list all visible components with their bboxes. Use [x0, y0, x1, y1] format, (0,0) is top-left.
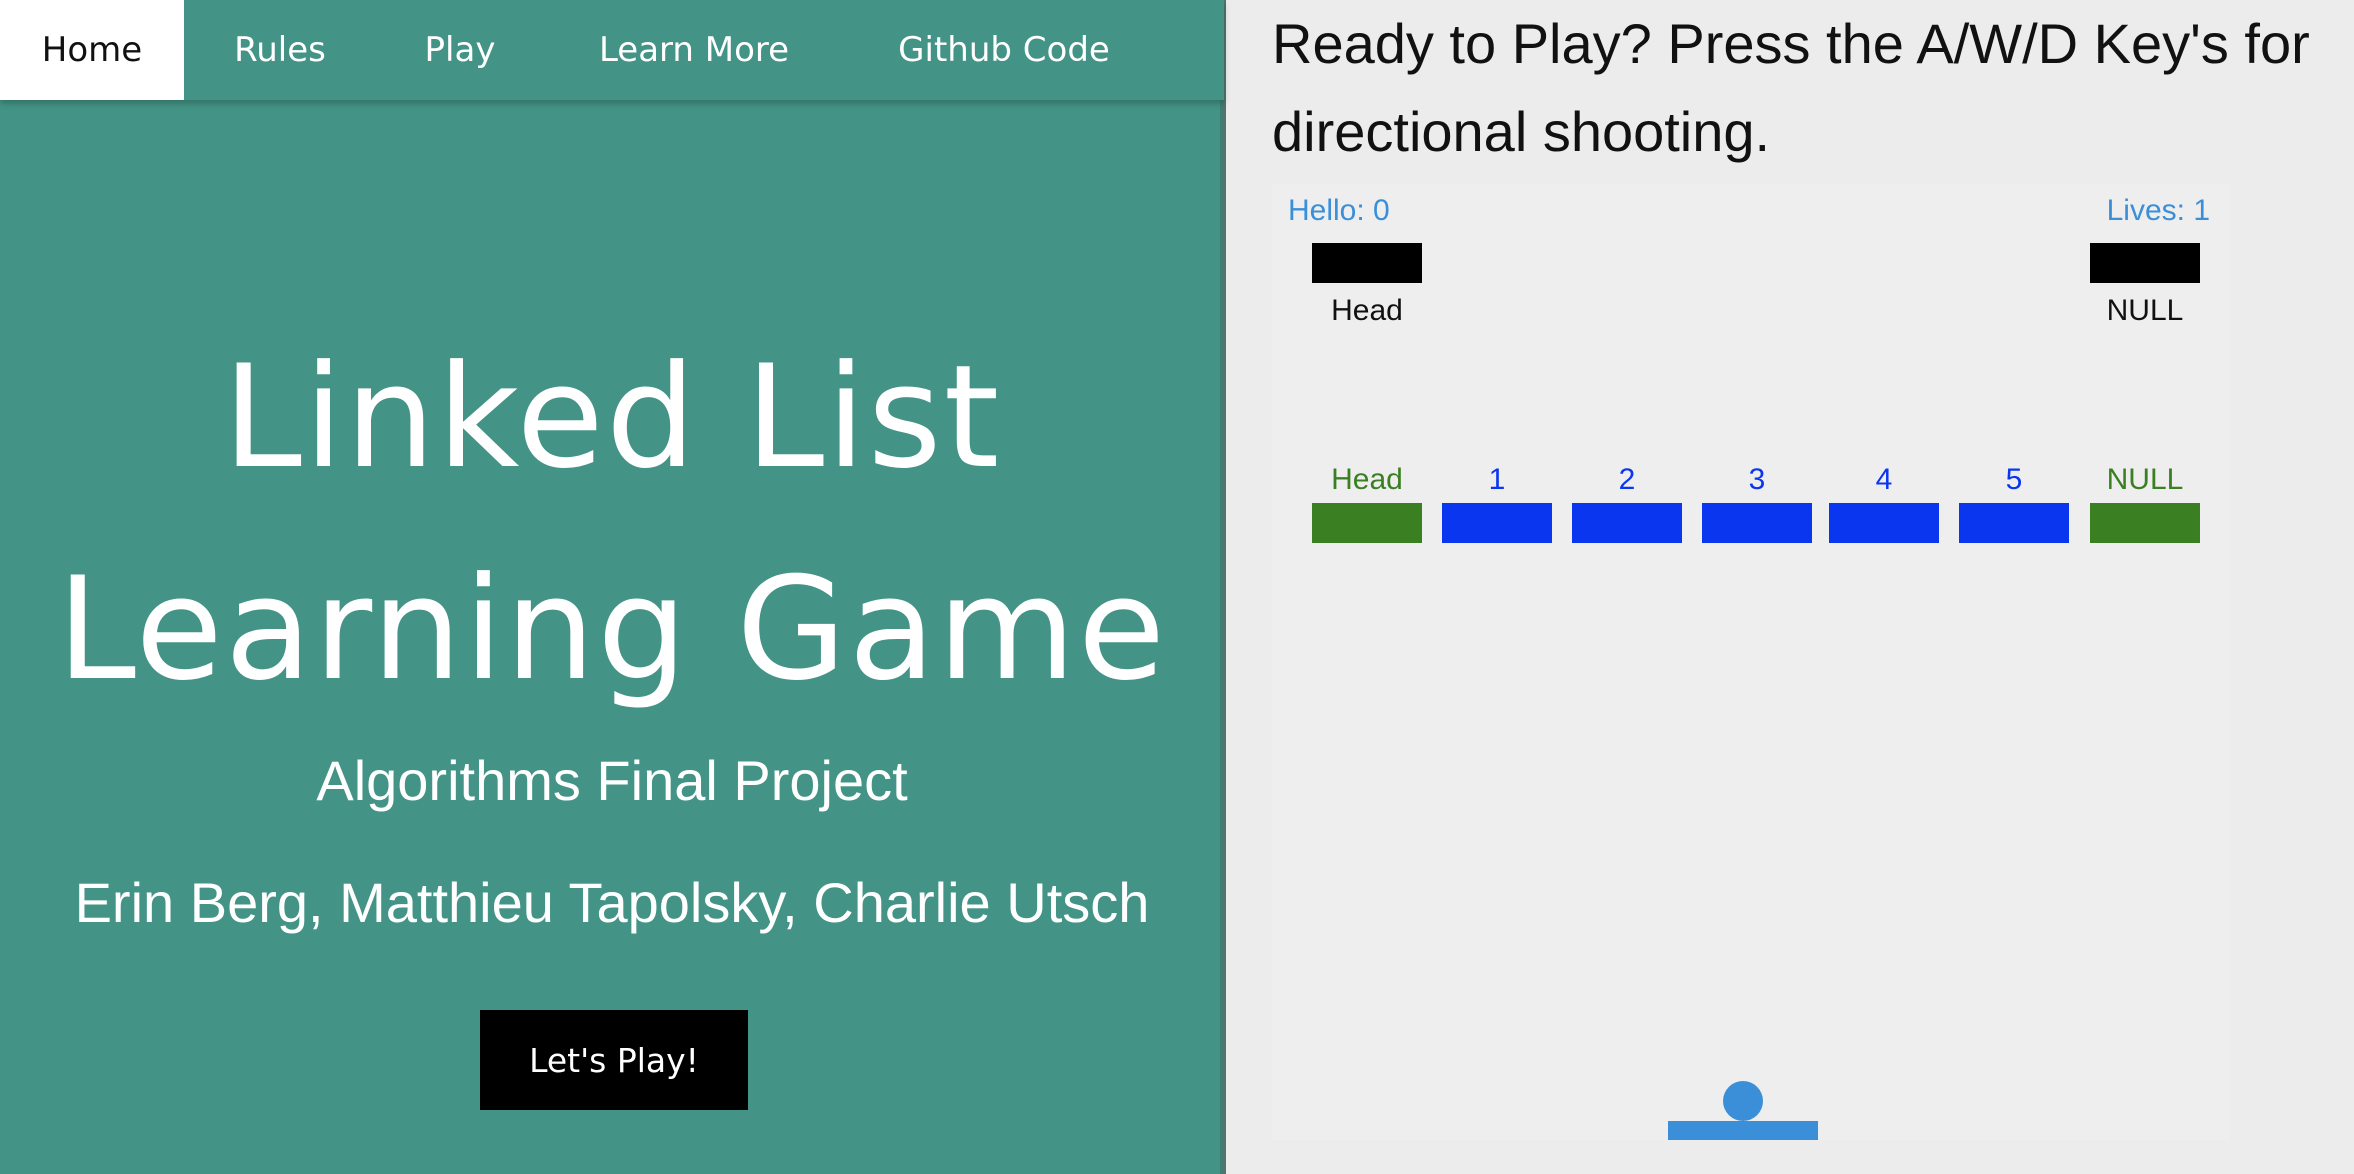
target-null-block — [2090, 503, 2200, 543]
nav-github-code[interactable]: Github Code — [844, 0, 1164, 100]
paddle[interactable] — [1668, 1121, 1818, 1140]
top-navbar: Home Rules Play Learn More Github Code — [0, 0, 1224, 100]
nav-play[interactable]: Play — [376, 0, 544, 100]
target-null-label: NULL — [2106, 463, 2184, 496]
target-node-label: 2 — [1618, 463, 1636, 496]
game-canvas[interactable]: Hello: 0 Lives: 1 Head NULL Head 1 2 3 4… — [1272, 184, 2230, 1140]
nav-rules[interactable]: Rules — [184, 0, 376, 100]
score-display: Hello: 0 — [1288, 194, 1390, 227]
target-node-block — [1572, 503, 1682, 543]
page-title-line-1: Linked List — [222, 335, 1002, 500]
game-instructions: Ready to Play? Press the A/W/D Key's for… — [1272, 12, 2310, 163]
target-head-label: Head — [1331, 463, 1403, 496]
target-node-block — [1702, 503, 1812, 543]
target-head-block — [1312, 503, 1422, 543]
game-panel: Ready to Play? Press the A/W/D Key's for… — [1226, 0, 2354, 1174]
player-head-label: Head — [1331, 294, 1403, 327]
nav-home[interactable]: Home — [0, 0, 184, 100]
authors-line: Erin Berg, Matthieu Tapolsky, Charlie Ut… — [74, 871, 1150, 934]
target-node-block — [1959, 503, 2069, 543]
target-node-block — [1829, 503, 1939, 543]
target-node-label: 5 — [2005, 463, 2023, 496]
target-node-label: 1 — [1488, 463, 1506, 496]
landing-panel: Home Rules Play Learn More Github Code L… — [0, 0, 1224, 1174]
page-title-line-2: Learning Game — [56, 547, 1168, 712]
lets-play-button[interactable]: Let's Play! — [480, 1010, 748, 1110]
player-null-label: NULL — [2106, 294, 2184, 327]
ball — [1723, 1081, 1763, 1121]
player-head-block — [1312, 243, 1422, 283]
page-title: Linked List Learning Game — [0, 312, 1224, 736]
nav-learn-more[interactable]: Learn More — [544, 0, 844, 100]
target-node-label: 4 — [1875, 463, 1893, 496]
page-subtitle: Algorithms Final Project — [316, 749, 908, 812]
target-node-block — [1442, 503, 1552, 543]
target-node-label: 3 — [1748, 463, 1766, 496]
lives-display: Lives: 1 — [2106, 194, 2210, 227]
player-null-block — [2090, 243, 2200, 283]
